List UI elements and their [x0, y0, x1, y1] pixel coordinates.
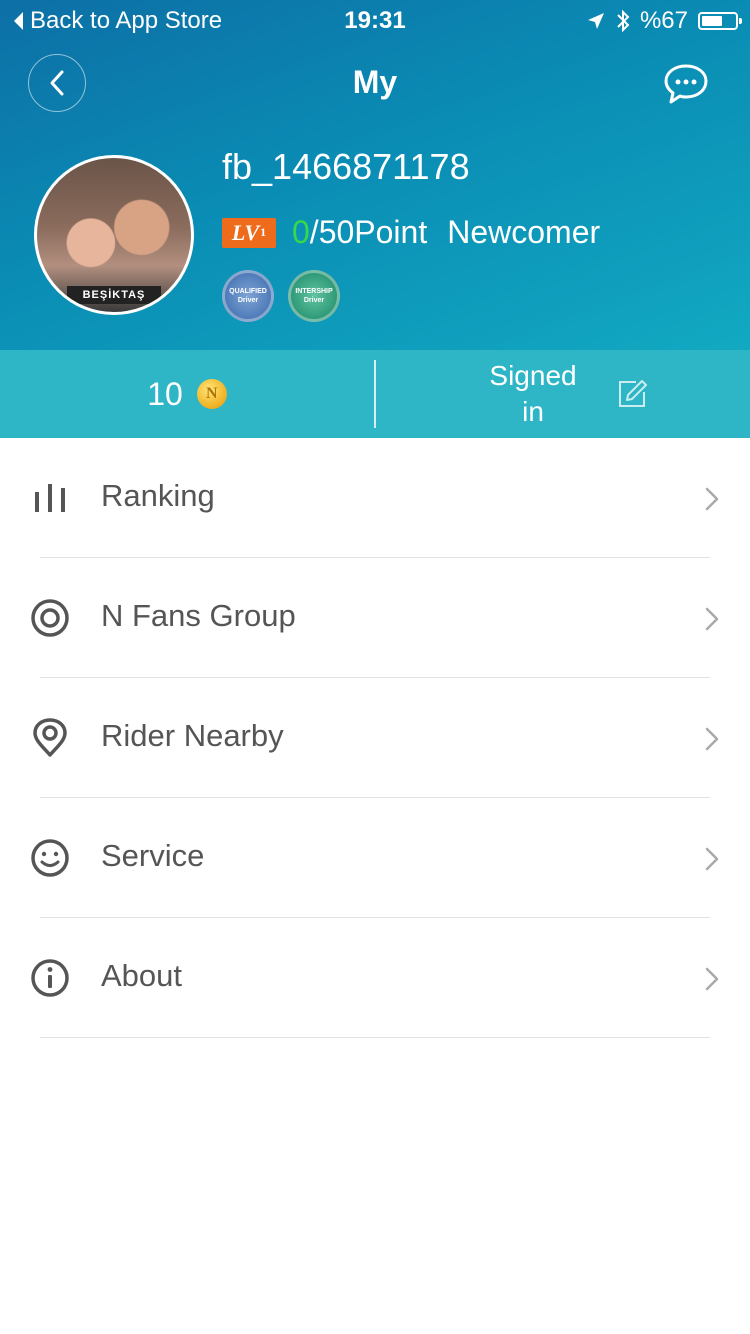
menu-item-label: Ranking — [101, 478, 215, 513]
username: fb_1466871178 — [222, 146, 470, 187]
intership-driver-medal-icon[interactable]: INTERSHIP Driver — [288, 270, 340, 322]
edit-icon — [619, 380, 647, 407]
avatar-banner-text: BEŞİKTAŞ — [67, 286, 161, 304]
level-row: LV 1 0 /50Point Newcomer — [222, 214, 600, 251]
menu-item-label: Service — [101, 838, 205, 873]
medals-row: QUALIFIED Driver INTERSHIP Driver — [222, 270, 340, 322]
menu-item-label: N Fans Group — [101, 598, 296, 633]
coin-symbol: N — [206, 385, 218, 402]
profile-header: Back to App Store 19:31 %67 My BEŞİKTAŞ … — [0, 0, 750, 350]
location-arrow-icon — [587, 13, 604, 29]
chevron-right-icon — [705, 847, 719, 871]
signin-label: Signed in — [489, 360, 577, 427]
chevron-right-icon — [705, 607, 719, 631]
smiley-icon — [31, 839, 69, 877]
menu-item-ranking[interactable]: Ranking — [0, 438, 750, 558]
battery-percent: %67 — [639, 7, 688, 34]
menu-list: Ranking N Fans Group Rider Nearby Servic… — [0, 438, 750, 1038]
target-icon — [31, 599, 69, 637]
chevron-right-icon — [705, 727, 719, 751]
medal-text: INTERSHIP Driver — [295, 288, 333, 304]
menu-item-about[interactable]: About — [0, 918, 750, 1038]
divider — [40, 1037, 710, 1038]
menu-item-rider-nearby[interactable]: Rider Nearby — [0, 678, 750, 798]
status-bar: Back to App Store 19:31 %67 — [0, 0, 750, 42]
points-current: 0 — [292, 214, 310, 250]
stats-bar: 10 N Signed in — [0, 350, 750, 438]
bluetooth-icon — [617, 9, 630, 33]
menu-item-n-fans-group[interactable]: N Fans Group — [0, 558, 750, 678]
bar-chart-icon — [35, 484, 65, 512]
menu-item-label: Rider Nearby — [101, 718, 284, 753]
level-badge: LV 1 — [222, 217, 276, 248]
avatar[interactable]: BEŞİKTAŞ — [34, 155, 194, 315]
location-pin-icon — [33, 718, 67, 757]
coins-count: 10 — [147, 375, 183, 412]
info-icon — [31, 959, 69, 997]
chevron-right-icon — [705, 967, 719, 991]
page-title: My — [352, 64, 398, 100]
chat-bubble-icon[interactable] — [662, 62, 710, 106]
signin-button[interactable]: Signed in — [376, 350, 750, 438]
level-badge-number: 1 — [260, 225, 267, 239]
coins-balance[interactable]: 10 N — [0, 350, 374, 438]
status-right: %67 — [586, 7, 742, 35]
qualified-driver-medal-icon[interactable]: QUALIFIED Driver — [222, 270, 274, 322]
battery-icon — [698, 12, 742, 30]
coin-icon: N — [196, 379, 227, 409]
chevron-right-icon — [705, 487, 719, 511]
rank-name: Newcomer — [447, 214, 601, 250]
points-total: /50Point — [309, 214, 428, 250]
menu-item-label: About — [101, 958, 183, 993]
battery-fill — [702, 16, 723, 26]
level-badge-label: LV — [231, 219, 260, 245]
menu-item-service[interactable]: Service — [0, 798, 750, 918]
medal-text: QUALIFIED Driver — [229, 288, 267, 304]
